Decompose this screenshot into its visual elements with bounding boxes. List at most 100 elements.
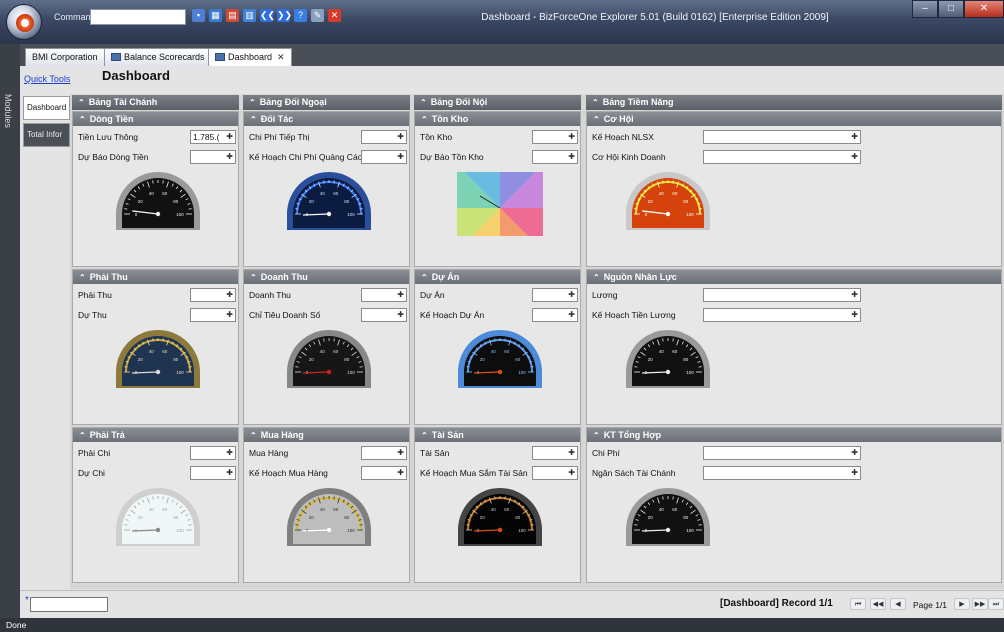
- spin-icon[interactable]: ✚: [397, 447, 404, 459]
- spin-icon[interactable]: ✚: [226, 131, 233, 143]
- value-field[interactable]: ✚: [532, 288, 578, 302]
- value-field[interactable]: ✚: [190, 288, 236, 302]
- forward-icon[interactable]: ❯❯: [277, 9, 292, 22]
- nav-tab-dashboard[interactable]: Dashboard: [23, 96, 70, 120]
- panel-title: Cơ Hội: [603, 114, 634, 124]
- spin-icon[interactable]: ✚: [568, 151, 575, 163]
- close-icon[interactable]: ✕: [328, 9, 341, 22]
- close-window-button[interactable]: ✕: [964, 0, 1004, 18]
- command-input[interactable]: [90, 9, 186, 25]
- value-field[interactable]: ✚: [703, 446, 861, 460]
- spin-icon[interactable]: ✚: [851, 447, 858, 459]
- value-field[interactable]: ✚: [361, 130, 407, 144]
- last-record-button[interactable]: ⏭: [988, 598, 1004, 610]
- value-field[interactable]: ✚: [532, 130, 578, 144]
- spin-icon[interactable]: ✚: [397, 467, 404, 479]
- value-field[interactable]: ✚: [361, 150, 407, 164]
- spin-icon[interactable]: ✚: [397, 131, 404, 143]
- spin-icon[interactable]: ✚: [226, 289, 233, 301]
- quick-tools-link[interactable]: Quick Tools: [24, 74, 70, 84]
- next-page-button[interactable]: ▶▶: [972, 598, 988, 610]
- spin-icon[interactable]: ✚: [851, 289, 858, 301]
- value-field[interactable]: ✚: [703, 288, 861, 302]
- spin-icon[interactable]: ✚: [226, 151, 233, 163]
- value-field[interactable]: ✚: [532, 308, 578, 322]
- filter-input[interactable]: [30, 597, 108, 612]
- app-menu-orb[interactable]: [6, 4, 42, 40]
- grid-icon[interactable]: ▦: [209, 9, 222, 22]
- panel-header[interactable]: ⌃ Nguồn Nhân Lực: [587, 270, 1001, 284]
- spin-icon[interactable]: ✚: [226, 309, 233, 321]
- chart-icon[interactable]: ▤: [226, 9, 239, 22]
- nav-tab-total-infor[interactable]: Total Infor: [23, 123, 70, 147]
- spin-icon[interactable]: ✚: [851, 131, 858, 143]
- value-field[interactable]: ✚: [190, 466, 236, 480]
- value-field[interactable]: ✚: [703, 150, 861, 164]
- svg-text:80: 80: [683, 199, 689, 204]
- spin-icon[interactable]: ✚: [397, 151, 404, 163]
- tab-balance-scorecards[interactable]: Balance Scorecards: [104, 48, 212, 66]
- spin-icon[interactable]: ✚: [851, 151, 858, 163]
- value-field[interactable]: ✚: [532, 466, 578, 480]
- spin-icon[interactable]: ✚: [397, 309, 404, 321]
- panel-header[interactable]: ⌃ Dự Án: [415, 270, 580, 284]
- pen-icon[interactable]: ✎: [311, 9, 324, 22]
- panel-header[interactable]: ⌃ Phải Trả: [73, 428, 238, 442]
- spin-icon[interactable]: ✚: [568, 447, 575, 459]
- panel-header[interactable]: ⌃ Tồn Kho: [415, 112, 580, 126]
- gauge-navy: 020406080100: [116, 330, 200, 388]
- first-record-button[interactable]: ⏮: [850, 598, 866, 610]
- value-field[interactable]: ✚: [190, 150, 236, 164]
- panel-header[interactable]: ⌃ Đối Tác: [244, 112, 409, 126]
- panel-header[interactable]: ⌃ Cơ Hội: [587, 112, 1001, 126]
- spin-icon[interactable]: ✚: [568, 289, 575, 301]
- spin-icon[interactable]: ✚: [568, 131, 575, 143]
- tab-label: Balance Scorecards: [124, 52, 205, 62]
- table-icon[interactable]: ▥: [243, 9, 256, 22]
- spin-icon[interactable]: ✚: [568, 467, 575, 479]
- panel-header[interactable]: ⌃ Mua Hàng: [244, 428, 409, 442]
- spin-icon[interactable]: ✚: [568, 309, 575, 321]
- next-record-button[interactable]: ▶: [954, 598, 970, 610]
- prev-record-button[interactable]: ◀: [890, 598, 906, 610]
- column-header[interactable]: ⌃ Bảng Tài Chánh: [72, 95, 239, 110]
- panel-header[interactable]: ⌃ Phải Thu: [73, 270, 238, 284]
- value-field[interactable]: ✚: [190, 446, 236, 460]
- value-field[interactable]: ✚: [703, 308, 861, 322]
- value-field[interactable]: ✚: [190, 308, 236, 322]
- save-icon[interactable]: ▪: [192, 9, 205, 22]
- close-icon[interactable]: ✕: [277, 52, 285, 62]
- value-field[interactable]: ✚: [532, 446, 578, 460]
- minimize-button[interactable]: –: [912, 0, 938, 18]
- new-record-link[interactable]: *: [25, 595, 29, 606]
- column-header[interactable]: ⌃ Bảng Tiềm Năng: [586, 95, 1002, 110]
- tab-bmi-corporation[interactable]: BMI Corporation: [25, 48, 105, 66]
- panel-header[interactable]: ⌃ Dòng Tiền: [73, 112, 238, 126]
- spin-icon[interactable]: ✚: [851, 467, 858, 479]
- value-field[interactable]: ✚: [361, 466, 407, 480]
- panel-header[interactable]: ⌃ KT Tổng Hợp: [587, 428, 1001, 442]
- help-icon[interactable]: ?: [294, 9, 307, 22]
- value-field[interactable]: ✚: [703, 130, 861, 144]
- panel-header[interactable]: ⌃ Doanh Thu: [244, 270, 409, 284]
- spin-icon[interactable]: ✚: [226, 447, 233, 459]
- tab-dashboard[interactable]: Dashboard ✕: [208, 48, 292, 66]
- spin-icon[interactable]: ✚: [397, 289, 404, 301]
- value-field[interactable]: ✚: [361, 446, 407, 460]
- spin-icon[interactable]: ✚: [851, 309, 858, 321]
- value-field[interactable]: ✚: [703, 466, 861, 480]
- spin-icon[interactable]: ✚: [226, 467, 233, 479]
- value-field[interactable]: ✚: [532, 150, 578, 164]
- field-label: Lương: [592, 290, 618, 300]
- value-field[interactable]: ✚: [361, 308, 407, 322]
- maximize-button[interactable]: □: [938, 0, 964, 18]
- modules-strip[interactable]: Modules: [0, 44, 20, 618]
- value-field[interactable]: ✚: [361, 288, 407, 302]
- column-header[interactable]: ⌃ Bảng Đối Ngoại: [243, 95, 410, 110]
- value-field[interactable]: 1.785.(✚: [190, 130, 236, 144]
- panel-header[interactable]: ⌃ Tài Sản: [415, 428, 580, 442]
- back-icon[interactable]: ❮❮: [260, 9, 275, 22]
- column-header[interactable]: ⌃ Bảng Đối Nội: [414, 95, 581, 110]
- field-label: Phải Chi: [78, 448, 111, 458]
- prev-page-button[interactable]: ◀◀: [870, 598, 886, 610]
